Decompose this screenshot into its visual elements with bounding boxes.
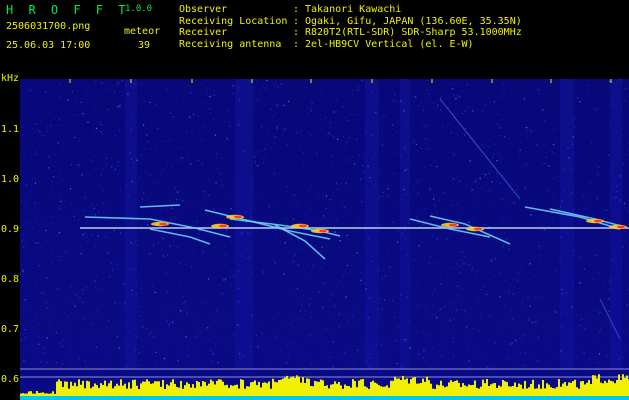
info-value: Takanori Kawachi: [305, 4, 402, 15]
info-value: R820T2(RTL-SDR) SDR-Sharp 53.1000MHz: [305, 27, 522, 38]
y-tick-label: 0.7: [1, 324, 20, 335]
info-row-receiver: Receiver: R820T2(RTL-SDR) SDR-Sharp 53.10…: [179, 27, 522, 38]
info-key: Observer: [179, 4, 228, 15]
y-tick-label: 1.1: [1, 124, 20, 135]
info-value: 2el-HB9CV Vertical (el. E-W): [305, 38, 474, 50]
meteor-label: meteor: [124, 26, 161, 37]
plot-background: [20, 79, 629, 400]
spectrogram-plot: [20, 79, 629, 400]
info-key: Receiving antenna: [179, 38, 282, 50]
info-key: Receiver: [179, 27, 228, 38]
info-value: Ogaki, Gifu, JAPAN (136.60E, 35.35N): [305, 15, 522, 27]
info-key: Receiving Location: [179, 15, 288, 27]
file-name: 2506031700.png: [6, 21, 91, 32]
y-axis-unit: kHz: [1, 73, 20, 84]
app-title: H R O F F T: [6, 3, 130, 17]
meteor-count: 39: [138, 40, 151, 51]
file-timestamp: 25.06.03 17:00: [6, 40, 91, 51]
info-row-location: Receiving Location: Ogaki, Gifu, JAPAN (1…: [179, 15, 522, 27]
info-row-observer: Observer: Takanori Kawachi: [179, 4, 402, 15]
y-tick-label: 0.8: [1, 274, 20, 285]
y-tick-label: 0.6: [1, 374, 20, 385]
y-tick-label: 1.0: [1, 174, 20, 185]
y-tick-label: 0.9: [1, 224, 20, 235]
station-info: Observer: Takanori Kawachi Receiving Loca…: [179, 4, 522, 50]
info-row-antenna: Receiving antenna:2el-HB9CV Vertical (el…: [179, 38, 474, 50]
app-version: 1.0.0: [125, 4, 153, 14]
